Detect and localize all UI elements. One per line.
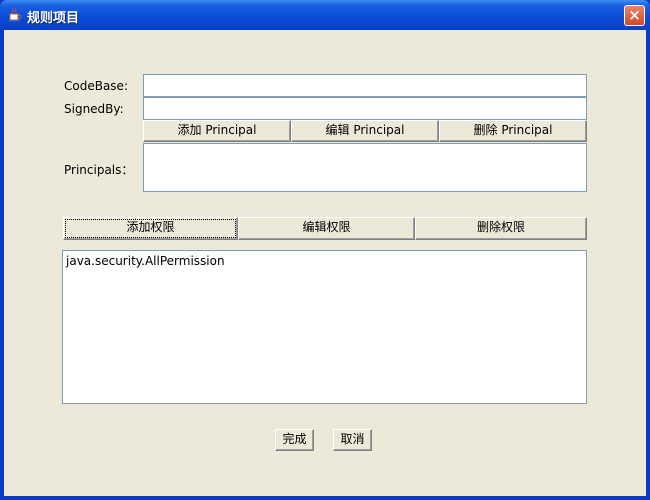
- close-icon: ×: [628, 6, 641, 24]
- principals-list[interactable]: [143, 143, 587, 192]
- edit-permission-button[interactable]: 编辑权限: [238, 217, 415, 240]
- cancel-button[interactable]: 取消: [333, 429, 372, 451]
- add-permission-button[interactable]: 添加权限: [63, 217, 238, 240]
- signedby-input[interactable]: [143, 97, 587, 120]
- dialog-window: 规则项目 × CodeBase: SignedBy: 添加 Principal …: [0, 0, 650, 500]
- signedby-label: SignedBy:: [64, 102, 124, 116]
- remove-principal-button[interactable]: 删除 Principal: [439, 120, 587, 142]
- permissions-list[interactable]: java.security.AllPermission: [62, 250, 587, 404]
- close-button[interactable]: ×: [624, 5, 645, 26]
- window-title: 规则项目: [27, 11, 80, 26]
- list-item[interactable]: java.security.AllPermission: [63, 251, 586, 268]
- principals-label: Principals：: [64, 163, 134, 177]
- title-bar[interactable]: 规则项目 ×: [0, 0, 650, 30]
- add-principal-button[interactable]: 添加 Principal: [143, 120, 291, 142]
- done-button[interactable]: 完成: [275, 429, 314, 451]
- dialog-content: CodeBase: SignedBy: 添加 Principal 编辑 Prin…: [4, 30, 646, 496]
- remove-permission-button[interactable]: 删除权限: [415, 217, 587, 240]
- edit-principal-button[interactable]: 编辑 Principal: [291, 120, 439, 142]
- codebase-input[interactable]: [143, 74, 587, 97]
- codebase-label: CodeBase:: [64, 79, 128, 93]
- java-cup-icon: [7, 7, 23, 23]
